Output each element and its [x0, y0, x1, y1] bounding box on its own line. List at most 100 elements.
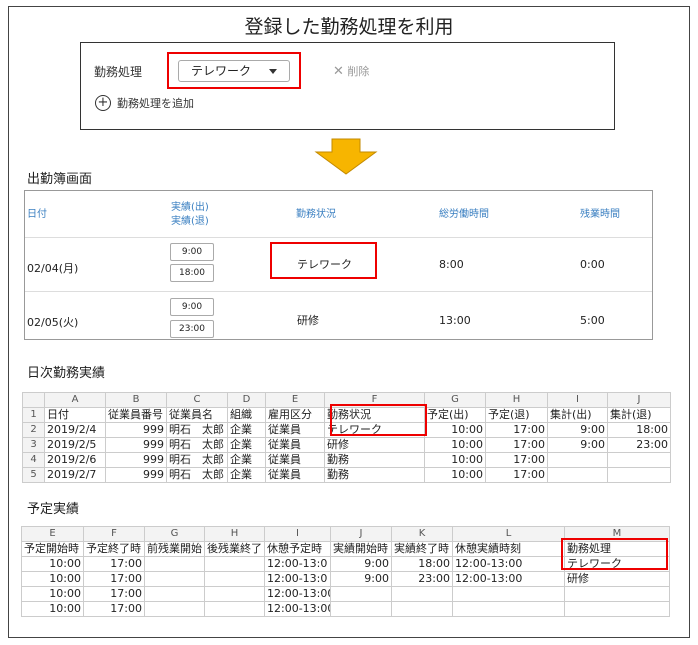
cell[interactable]: 実績開始時: [330, 541, 392, 557]
cell[interactable]: 999: [105, 452, 167, 468]
cell[interactable]: 企業: [227, 437, 266, 453]
cell[interactable]: 999: [105, 422, 167, 438]
col-F[interactable]: F: [83, 526, 145, 542]
cell[interactable]: 研修: [324, 437, 425, 453]
col-A[interactable]: A: [44, 392, 106, 408]
cell[interactable]: 12:00-13:00: [264, 601, 331, 617]
cell[interactable]: 9:00: [330, 571, 392, 587]
col-G[interactable]: G: [424, 392, 486, 408]
cell[interactable]: 18:00: [391, 556, 453, 572]
cell[interactable]: 10:00: [424, 437, 486, 453]
cell[interactable]: [144, 571, 205, 587]
cell[interactable]: 2019/2/7: [44, 467, 106, 483]
cell[interactable]: [204, 586, 265, 602]
cell[interactable]: 9:00: [547, 437, 608, 453]
col-E[interactable]: E: [21, 526, 84, 542]
cell[interactable]: 17:00: [83, 571, 145, 587]
cell[interactable]: 999: [105, 437, 167, 453]
cell[interactable]: 企業: [227, 422, 266, 438]
cell[interactable]: 10:00: [424, 467, 486, 483]
col-J[interactable]: J: [607, 392, 671, 408]
cell[interactable]: 予定(出): [424, 407, 486, 423]
cell[interactable]: 2019/2/6: [44, 452, 106, 468]
delete-button[interactable]: ✕ 削除: [333, 63, 369, 79]
col-C[interactable]: C: [166, 392, 228, 408]
cell[interactable]: 企業: [227, 467, 266, 483]
col-B[interactable]: B: [105, 392, 167, 408]
cell[interactable]: 後残業終了: [204, 541, 265, 557]
cell[interactable]: 10:00: [21, 556, 84, 572]
cell[interactable]: 休憩予定時: [264, 541, 331, 557]
col-I[interactable]: I: [264, 526, 331, 542]
cell[interactable]: [204, 601, 265, 617]
cell[interactable]: [607, 452, 671, 468]
cell[interactable]: 12:00-13:00: [452, 571, 565, 587]
cell[interactable]: 予定(退): [485, 407, 548, 423]
cell[interactable]: 2019/2/5: [44, 437, 106, 453]
cell[interactable]: [391, 586, 453, 602]
cell[interactable]: 実績終了時: [391, 541, 453, 557]
cell[interactable]: 従業員名: [166, 407, 228, 423]
row2-out-input[interactable]: 23:00: [170, 320, 214, 338]
cell[interactable]: 明石 太郎: [166, 422, 228, 438]
col-D[interactable]: D: [227, 392, 266, 408]
cell[interactable]: [547, 452, 608, 468]
cell[interactable]: 明石 太郎: [166, 437, 228, 453]
cell[interactable]: 雇用区分: [265, 407, 325, 423]
cell[interactable]: 17:00: [485, 452, 548, 468]
work-setting-select[interactable]: テレワーク: [178, 60, 290, 82]
col-I[interactable]: I: [547, 392, 608, 408]
cell[interactable]: 勤務: [324, 452, 425, 468]
col-L[interactable]: L: [452, 526, 565, 542]
cell[interactable]: 10:00: [21, 586, 84, 602]
cell[interactable]: 従業員: [265, 452, 325, 468]
cell[interactable]: 明石 太郎: [166, 452, 228, 468]
cell[interactable]: 12:00-13:00: [264, 586, 331, 602]
cell[interactable]: 従業員: [265, 437, 325, 453]
cell[interactable]: 999: [105, 467, 167, 483]
cell[interactable]: 12:00-13:00: [452, 556, 565, 572]
cell[interactable]: [144, 601, 205, 617]
cell[interactable]: 研修: [564, 571, 670, 587]
cell[interactable]: 12:00-13:0: [264, 571, 331, 587]
cell[interactable]: 組織: [227, 407, 266, 423]
cell[interactable]: 17:00: [83, 556, 145, 572]
col-H[interactable]: H: [204, 526, 265, 542]
row1-out-input[interactable]: 18:00: [170, 264, 214, 282]
cell[interactable]: 17:00: [485, 467, 548, 483]
cell[interactable]: 17:00: [83, 586, 145, 602]
cell[interactable]: [204, 571, 265, 587]
cell[interactable]: 12:00-13:0: [264, 556, 331, 572]
cell[interactable]: [144, 586, 205, 602]
cell[interactable]: [204, 556, 265, 572]
cell[interactable]: [144, 556, 205, 572]
cell[interactable]: 10:00: [21, 601, 84, 617]
col-H[interactable]: H: [485, 392, 548, 408]
cell[interactable]: [564, 601, 670, 617]
cell[interactable]: 10:00: [424, 452, 486, 468]
cell[interactable]: [391, 601, 453, 617]
cell[interactable]: [607, 467, 671, 483]
cell[interactable]: 予定開始時: [21, 541, 84, 557]
add-work-setting-button[interactable]: + 勤務処理を追加: [95, 95, 194, 111]
cell[interactable]: 23:00: [391, 571, 453, 587]
cell[interactable]: 9:00: [547, 422, 608, 438]
cell[interactable]: 18:00: [607, 422, 671, 438]
cell[interactable]: [564, 586, 670, 602]
cell[interactable]: [330, 586, 392, 602]
cell[interactable]: 勤務: [324, 467, 425, 483]
cell[interactable]: 明石 太郎: [166, 467, 228, 483]
col-K[interactable]: K: [391, 526, 453, 542]
cell[interactable]: 集計(退): [607, 407, 671, 423]
cell[interactable]: [547, 467, 608, 483]
cell[interactable]: [452, 586, 565, 602]
cell[interactable]: 17:00: [485, 422, 548, 438]
cell[interactable]: 企業: [227, 452, 266, 468]
cell[interactable]: [330, 601, 392, 617]
cell[interactable]: 23:00: [607, 437, 671, 453]
cell[interactable]: 17:00: [485, 437, 548, 453]
cell[interactable]: 2019/2/4: [44, 422, 106, 438]
col-G[interactable]: G: [144, 526, 205, 542]
cell[interactable]: [452, 601, 565, 617]
cell[interactable]: 集計(出): [547, 407, 608, 423]
